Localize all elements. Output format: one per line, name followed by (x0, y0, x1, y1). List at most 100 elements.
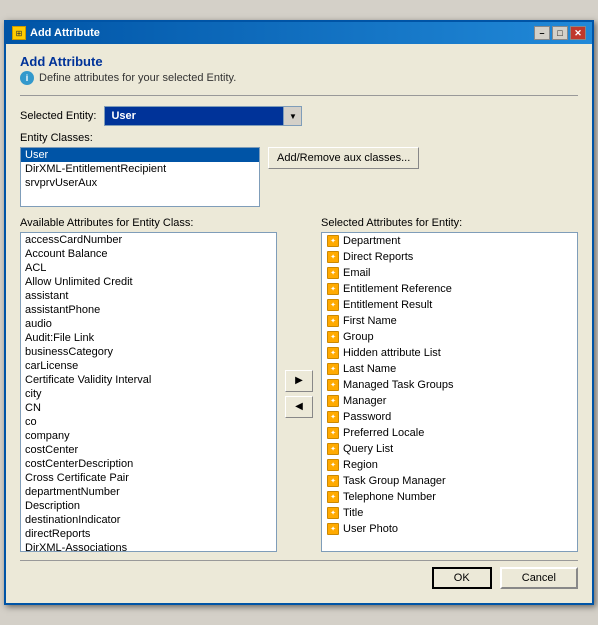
available-attribute-item[interactable]: co (21, 415, 276, 429)
available-attribute-item[interactable]: DirXML-Associations (21, 541, 276, 552)
entity-classes-list[interactable]: User DirXML-EntitlementRecipient srvprvU… (20, 147, 260, 207)
available-attribute-item[interactable]: Account Balance (21, 247, 276, 261)
attribute-icon: ✦ (326, 506, 340, 520)
selected-attribute-item[interactable]: ✦Department (322, 233, 577, 249)
available-attribute-item[interactable]: city (21, 387, 276, 401)
attribute-name: Direct Reports (343, 251, 413, 263)
attribute-name: First Name (343, 315, 397, 327)
attribute-name: Region (343, 459, 378, 471)
available-attribute-item[interactable]: destinationIndicator (21, 513, 276, 527)
selected-attribute-item[interactable]: ✦Entitlement Reference (322, 281, 577, 297)
attribute-name: Telephone Number (343, 491, 436, 503)
entity-dropdown-arrow[interactable]: ▼ (284, 106, 302, 126)
available-attribute-item[interactable]: costCenter (21, 443, 276, 457)
selected-attribute-item[interactable]: ✦ Group (322, 329, 577, 345)
available-attributes-list[interactable]: accessCardNumberAccount BalanceACLAllow … (20, 232, 277, 552)
selected-attribute-item[interactable]: ✦ Manager (322, 393, 577, 409)
selected-attribute-item[interactable]: ✦ User Photo (322, 521, 577, 537)
attribute-icon: ✦ (326, 346, 340, 360)
aux-classes-button[interactable]: Add/Remove aux classes... (268, 147, 419, 169)
attribute-name: Title (343, 507, 363, 519)
selected-attribute-item[interactable]: ✦Entitlement Result (322, 297, 577, 313)
title-buttons: – □ ✕ (534, 26, 586, 40)
close-button[interactable]: ✕ (570, 26, 586, 40)
attribute-icon: ✦ (326, 282, 340, 296)
available-attribute-item[interactable]: CN (21, 401, 276, 415)
entity-class-item[interactable]: DirXML-EntitlementRecipient (21, 162, 259, 176)
attribute-name: Email (343, 267, 371, 279)
attribute-name: Manager (343, 395, 386, 407)
available-attribute-item[interactable]: audio (21, 317, 276, 331)
available-attribute-item[interactable]: directReports (21, 527, 276, 541)
remove-attribute-button[interactable]: ◀ (285, 396, 313, 418)
selected-entity-row: Selected Entity: User ▼ (20, 106, 578, 126)
entity-dropdown[interactable]: User (104, 106, 284, 126)
selected-attribute-item[interactable]: ✦Email (322, 265, 577, 281)
available-attribute-item[interactable]: carLicense (21, 359, 276, 373)
available-attribute-item[interactable]: assistantPhone (21, 303, 276, 317)
dialog-heading: Add Attribute (20, 54, 578, 69)
selected-attribute-item[interactable]: ✦Password (322, 409, 577, 425)
add-attribute-button[interactable]: ▶ (285, 370, 313, 392)
attribute-icon: ✦ (326, 314, 340, 328)
available-attribute-item[interactable]: costCenterDescription (21, 457, 276, 471)
available-attribute-item[interactable]: Certificate Validity Interval (21, 373, 276, 387)
entity-classes-row: User DirXML-EntitlementRecipient srvprvU… (20, 147, 578, 207)
attr-icon-shape: ✦ (327, 395, 339, 407)
selected-attribute-item[interactable]: ✦Preferred Locale (322, 425, 577, 441)
attr-icon-shape: ✦ (327, 523, 339, 535)
window-title: Add Attribute (30, 27, 100, 39)
selected-attribute-item[interactable]: ✦Telephone Number (322, 489, 577, 505)
attr-icon-shape: ✦ (327, 507, 339, 519)
attr-icon-shape: ✦ (327, 459, 339, 471)
ok-button[interactable]: OK (432, 567, 492, 589)
attr-icon-shape: ✦ (327, 235, 339, 247)
attribute-icon: ✦ (326, 426, 340, 440)
selected-attribute-item[interactable]: ✦ Title (322, 505, 577, 521)
selected-attribute-item[interactable]: ✦Managed Task Groups (322, 377, 577, 393)
selected-attributes-list[interactable]: ✦Department✦Direct Reports✦Email✦Entitle… (321, 232, 578, 552)
available-attribute-item[interactable]: Cross Certificate Pair (21, 471, 276, 485)
selected-attribute-item[interactable]: ✦Query List (322, 441, 577, 457)
entity-class-item[interactable]: srvprvUserAux (21, 176, 259, 190)
available-panel-label: Available Attributes for Entity Class: (20, 217, 277, 229)
attr-icon-shape: ✦ (327, 363, 339, 375)
attr-icon-shape: ✦ (327, 347, 339, 359)
attr-icon-shape: ✦ (327, 331, 339, 343)
available-attribute-item[interactable]: Allow Unlimited Credit (21, 275, 276, 289)
maximize-button[interactable]: □ (552, 26, 568, 40)
minimize-button[interactable]: – (534, 26, 550, 40)
available-attribute-item[interactable]: ACL (21, 261, 276, 275)
selected-attribute-item[interactable]: ✦ Region (322, 457, 577, 473)
selected-attribute-item[interactable]: ✦First Name (322, 313, 577, 329)
attribute-icon: ✦ (326, 458, 340, 472)
available-attribute-item[interactable]: Audit:File Link (21, 331, 276, 345)
selected-attribute-item[interactable]: ✦Hidden attribute List (322, 345, 577, 361)
attribute-icon: ✦ (326, 474, 340, 488)
available-attribute-item[interactable]: departmentNumber (21, 485, 276, 499)
attribute-name: Entitlement Result (343, 299, 432, 311)
cancel-button[interactable]: Cancel (500, 567, 578, 589)
attribute-icon: ✦ (326, 442, 340, 456)
attribute-name: Group (343, 331, 374, 343)
selected-attribute-item[interactable]: ✦Task Group Manager (322, 473, 577, 489)
available-attribute-item[interactable]: assistant (21, 289, 276, 303)
attribute-icon: ✦ (326, 234, 340, 248)
attribute-name: Password (343, 411, 391, 423)
available-attribute-item[interactable]: businessCategory (21, 345, 276, 359)
entity-dropdown-wrapper[interactable]: User ▼ (104, 106, 578, 126)
attribute-name: Entitlement Reference (343, 283, 452, 295)
attribute-icon: ✦ (326, 266, 340, 280)
available-attribute-item[interactable]: company (21, 429, 276, 443)
attr-icon-shape: ✦ (327, 475, 339, 487)
attr-icon-shape: ✦ (327, 251, 339, 263)
attribute-name: User Photo (343, 523, 398, 535)
entity-class-item[interactable]: User (21, 148, 259, 162)
available-attribute-item[interactable]: Description (21, 499, 276, 513)
selected-attribute-item[interactable]: ✦Last Name (322, 361, 577, 377)
selected-attribute-item[interactable]: ✦ Direct Reports (322, 249, 577, 265)
info-icon: i (20, 71, 34, 85)
available-attribute-item[interactable]: accessCardNumber (21, 233, 276, 247)
middle-buttons: ▶ ◀ (285, 217, 313, 552)
attr-icon-shape: ✦ (327, 443, 339, 455)
